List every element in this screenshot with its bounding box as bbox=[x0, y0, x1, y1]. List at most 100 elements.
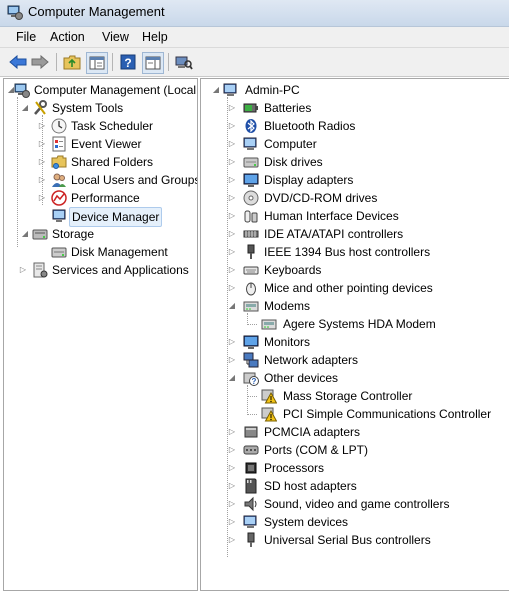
mouse-icon bbox=[243, 280, 259, 296]
expand-arrow-icon[interactable]: ▷ bbox=[37, 135, 47, 153]
expand-arrow-icon[interactable]: ▷ bbox=[227, 261, 237, 279]
expand-arrow-icon[interactable]: ▷ bbox=[227, 495, 237, 513]
tree-item-task-scheduler[interactable]: ▷ Task Scheduler bbox=[4, 117, 197, 135]
usb-icon bbox=[243, 532, 259, 548]
device-item-keyboards[interactable]: ▷ Keyboards bbox=[201, 261, 509, 279]
expand-arrow-icon[interactable]: ▷ bbox=[227, 279, 237, 297]
expand-arrow-icon[interactable]: ▷ bbox=[227, 423, 237, 441]
expand-arrow-icon[interactable]: ▷ bbox=[227, 477, 237, 495]
expand-arrow-icon[interactable]: ▷ bbox=[18, 261, 28, 279]
help-icon[interactable]: ? bbox=[118, 52, 138, 72]
tree-item-label: Device Manager bbox=[69, 207, 163, 227]
device-item-processors[interactable]: ▷ Processors bbox=[201, 459, 509, 477]
device-item-mice-and-other-pointing-devices[interactable]: ▷ Mice and other pointing devices bbox=[201, 279, 509, 297]
expand-arrow-icon[interactable]: ▷ bbox=[227, 225, 237, 243]
expand-arrow-icon[interactable]: ▷ bbox=[227, 117, 237, 135]
device-item-ports-com-lpt[interactable]: ▷ Ports (COM & LPT) bbox=[201, 441, 509, 459]
expand-arrow-icon[interactable]: ▷ bbox=[227, 333, 237, 351]
computer-icon bbox=[223, 82, 239, 98]
device-item-human-interface-devices[interactable]: ▷ Human Interface Devices bbox=[201, 207, 509, 225]
tree-item-system-tools[interactable]: ◢ System Tools bbox=[4, 99, 197, 117]
device-item-batteries[interactable]: ▷ Batteries bbox=[201, 99, 509, 117]
storage-icon bbox=[32, 226, 48, 242]
tree-item-shared-folders[interactable]: ▷ Shared Folders bbox=[4, 153, 197, 171]
expand-arrow-icon[interactable]: ▷ bbox=[227, 351, 237, 369]
expand-arrow-icon[interactable]: ▷ bbox=[227, 243, 237, 261]
tree-item-services[interactable]: ▷ Services and Applications bbox=[4, 261, 197, 279]
other-icon: ? bbox=[243, 370, 259, 386]
device-item-display-adapters[interactable]: ▷ Display adapters bbox=[201, 171, 509, 189]
collapse-arrow-icon[interactable]: ◢ bbox=[20, 99, 30, 117]
device-item-system-devices[interactable]: ▷ System devices bbox=[201, 513, 509, 531]
device-item-label: Mice and other pointing devices bbox=[264, 281, 433, 295]
menu-view[interactable]: View bbox=[100, 30, 131, 44]
expand-arrow-icon[interactable]: ▷ bbox=[227, 531, 237, 549]
collapse-arrow-icon[interactable]: ◢ bbox=[20, 225, 30, 243]
device-tree-pane[interactable]: ◢ Admin-PC ▷ Batteries ▷ Bluetooth Radios ▷ C… bbox=[200, 78, 509, 591]
device-item-sound-video-and-game-controllers[interactable]: ▷ Sound, video and game controllers bbox=[201, 495, 509, 513]
menu-action[interactable]: Action bbox=[48, 30, 87, 44]
tree-line bbox=[247, 313, 248, 325]
tree-item-local-users[interactable]: ▷ Local Users and Groups bbox=[4, 171, 197, 189]
toolbar-separator bbox=[112, 53, 113, 71]
expand-arrow-icon[interactable]: ▷ bbox=[227, 513, 237, 531]
device-item-network-adapters[interactable]: ▷ Network adapters bbox=[201, 351, 509, 369]
show-hide-tree-icon[interactable] bbox=[86, 52, 108, 74]
expand-arrow-icon[interactable]: ▷ bbox=[227, 459, 237, 477]
system-icon bbox=[243, 514, 259, 530]
device-tree-root[interactable]: ◢ Admin-PC bbox=[201, 81, 509, 99]
scan-hardware-icon[interactable] bbox=[174, 52, 194, 72]
forward-arrow-icon[interactable] bbox=[30, 52, 50, 72]
tree-item-performance[interactable]: ▷ Performance bbox=[4, 189, 197, 207]
expand-arrow-icon[interactable]: ▷ bbox=[227, 153, 237, 171]
expand-arrow-icon[interactable]: ▷ bbox=[227, 99, 237, 117]
device-item-ieee-1394-bus-host-controllers[interactable]: ▷ IEEE 1394 Bus host controllers bbox=[201, 243, 509, 261]
device-item-label: Other devices bbox=[264, 371, 339, 385]
device-item-label: Mass Storage Controller bbox=[283, 389, 413, 403]
tree-item-storage[interactable]: ◢ Storage bbox=[4, 225, 197, 243]
device-item-monitors[interactable]: ▷ Monitors bbox=[201, 333, 509, 351]
tree-item-label: Disk Management bbox=[71, 245, 168, 259]
performance-icon bbox=[51, 190, 67, 206]
collapse-arrow-icon[interactable]: ◢ bbox=[227, 297, 237, 315]
device-item-universal-serial-bus-controllers[interactable]: ▷ Universal Serial Bus controllers bbox=[201, 531, 509, 549]
device-item-disk-drives[interactable]: ▷ Disk drives bbox=[201, 153, 509, 171]
device-item-bluetooth-radios[interactable]: ▷ Bluetooth Radios bbox=[201, 117, 509, 135]
device-item-label: Keyboards bbox=[264, 263, 322, 277]
collapse-arrow-icon[interactable]: ◢ bbox=[227, 369, 237, 387]
menu-help[interactable]: Help bbox=[140, 30, 170, 44]
tree-item-disk-management[interactable]: Disk Management bbox=[4, 243, 197, 261]
device-item-computer[interactable]: ▷ Computer bbox=[201, 135, 509, 153]
modem-icon bbox=[261, 316, 277, 332]
collapse-arrow-icon[interactable]: ◢ bbox=[211, 81, 221, 99]
expand-arrow-icon[interactable]: ▷ bbox=[227, 171, 237, 189]
back-arrow-icon[interactable] bbox=[8, 52, 28, 72]
device-item-sd-host-adapters[interactable]: ▷ SD host adapters bbox=[201, 477, 509, 495]
expand-arrow-icon[interactable]: ▷ bbox=[37, 189, 47, 207]
tree-item-event-viewer[interactable]: ▷ Event Viewer bbox=[4, 135, 197, 153]
expand-arrow-icon[interactable]: ▷ bbox=[37, 117, 47, 135]
tree-line bbox=[247, 414, 257, 415]
services-icon bbox=[32, 262, 48, 278]
device-item-dvd-cd-rom-drives[interactable]: ▷ DVD/CD-ROM drives bbox=[201, 189, 509, 207]
up-folder-icon[interactable] bbox=[62, 52, 82, 72]
device-item-ide-ata-atapi-controllers[interactable]: ▷ IDE ATA/ATAPI controllers bbox=[201, 225, 509, 243]
modem-icon bbox=[243, 298, 259, 314]
expand-arrow-icon[interactable]: ▷ bbox=[37, 171, 47, 189]
menu-file[interactable]: File bbox=[14, 30, 38, 44]
expand-arrow-icon[interactable]: ▷ bbox=[227, 135, 237, 153]
device-item-label: IDE ATA/ATAPI controllers bbox=[264, 227, 404, 241]
device-item-pcmcia-adapters[interactable]: ▷ PCMCIA adapters bbox=[201, 423, 509, 441]
expand-arrow-icon[interactable]: ▷ bbox=[227, 189, 237, 207]
action-pane-icon[interactable] bbox=[142, 52, 164, 74]
console-tree-pane[interactable]: ◢ Computer Management (Local ◢ System To… bbox=[3, 78, 198, 591]
network-icon bbox=[243, 352, 259, 368]
expand-arrow-icon[interactable]: ▷ bbox=[227, 207, 237, 225]
tree-item-device-manager[interactable]: Device Manager bbox=[4, 207, 197, 227]
device-root-label: Admin-PC bbox=[245, 83, 300, 97]
ide-icon bbox=[243, 226, 259, 242]
expand-arrow-icon[interactable]: ▷ bbox=[227, 441, 237, 459]
tree-item-root[interactable]: ◢ Computer Management (Local bbox=[4, 81, 197, 99]
device-item-label: PCI Simple Communications Controller bbox=[283, 407, 492, 421]
expand-arrow-icon[interactable]: ▷ bbox=[37, 153, 47, 171]
